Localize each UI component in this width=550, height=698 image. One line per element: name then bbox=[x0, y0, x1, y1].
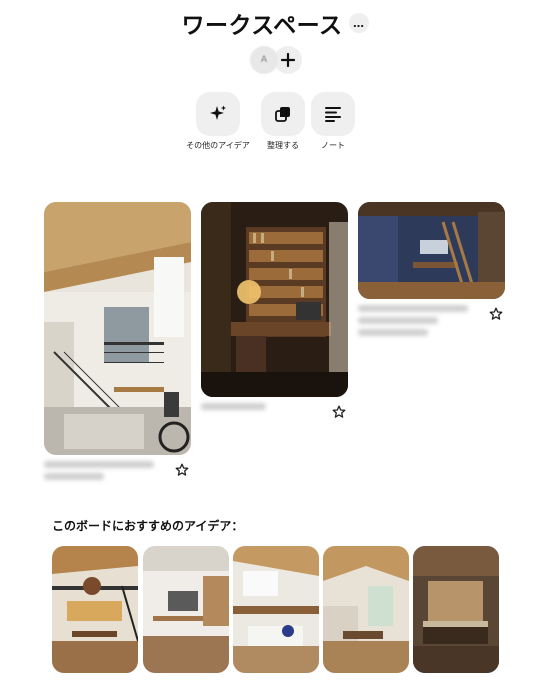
board-header: ワークスペース … bbox=[0, 6, 550, 40]
pin-caption bbox=[358, 305, 505, 336]
title-row: ワークスペース … bbox=[181, 6, 369, 40]
pin-caption bbox=[44, 461, 191, 480]
recommendation-pin[interactable] bbox=[52, 546, 138, 673]
avatar[interactable]: A bbox=[250, 46, 278, 74]
notes-icon bbox=[325, 107, 341, 122]
star-icon[interactable] bbox=[489, 307, 503, 321]
add-collaborator-button[interactable] bbox=[274, 46, 302, 74]
recommendation-pin[interactable] bbox=[413, 546, 499, 673]
more-ideas-label: その他のアイデア bbox=[186, 141, 250, 150]
notes-label: ノート bbox=[321, 141, 345, 150]
star-icon[interactable] bbox=[332, 405, 346, 419]
more-ideas-action[interactable]: その他のアイデア bbox=[183, 92, 253, 151]
pin-caption bbox=[201, 403, 348, 418]
organize-icon bbox=[275, 107, 290, 122]
pin-blue-loft-room[interactable] bbox=[358, 202, 505, 341]
pin-image[interactable] bbox=[358, 202, 505, 299]
notes-button[interactable] bbox=[311, 92, 355, 136]
recommendation-pin[interactable] bbox=[143, 546, 229, 673]
recommendation-pin[interactable] bbox=[323, 546, 409, 673]
more-ideas-button[interactable] bbox=[196, 92, 240, 136]
notes-action[interactable]: ノート bbox=[298, 92, 368, 151]
recommendations-title: このボードにおすすめのアイデア： bbox=[52, 519, 244, 533]
board-title: ワークスペース bbox=[181, 13, 343, 39]
more-options-button[interactable]: … bbox=[348, 13, 369, 33]
pin-image[interactable] bbox=[201, 202, 348, 397]
pin-loft-stairs[interactable] bbox=[44, 202, 191, 485]
recommendation-pin[interactable] bbox=[233, 546, 319, 673]
sparkle-icon bbox=[210, 105, 226, 120]
pin-study-bookshelf[interactable] bbox=[201, 202, 348, 418]
star-icon[interactable] bbox=[175, 463, 189, 477]
plus-icon bbox=[281, 53, 295, 67]
collaborators: A bbox=[250, 46, 302, 74]
pin-image[interactable] bbox=[44, 202, 191, 455]
